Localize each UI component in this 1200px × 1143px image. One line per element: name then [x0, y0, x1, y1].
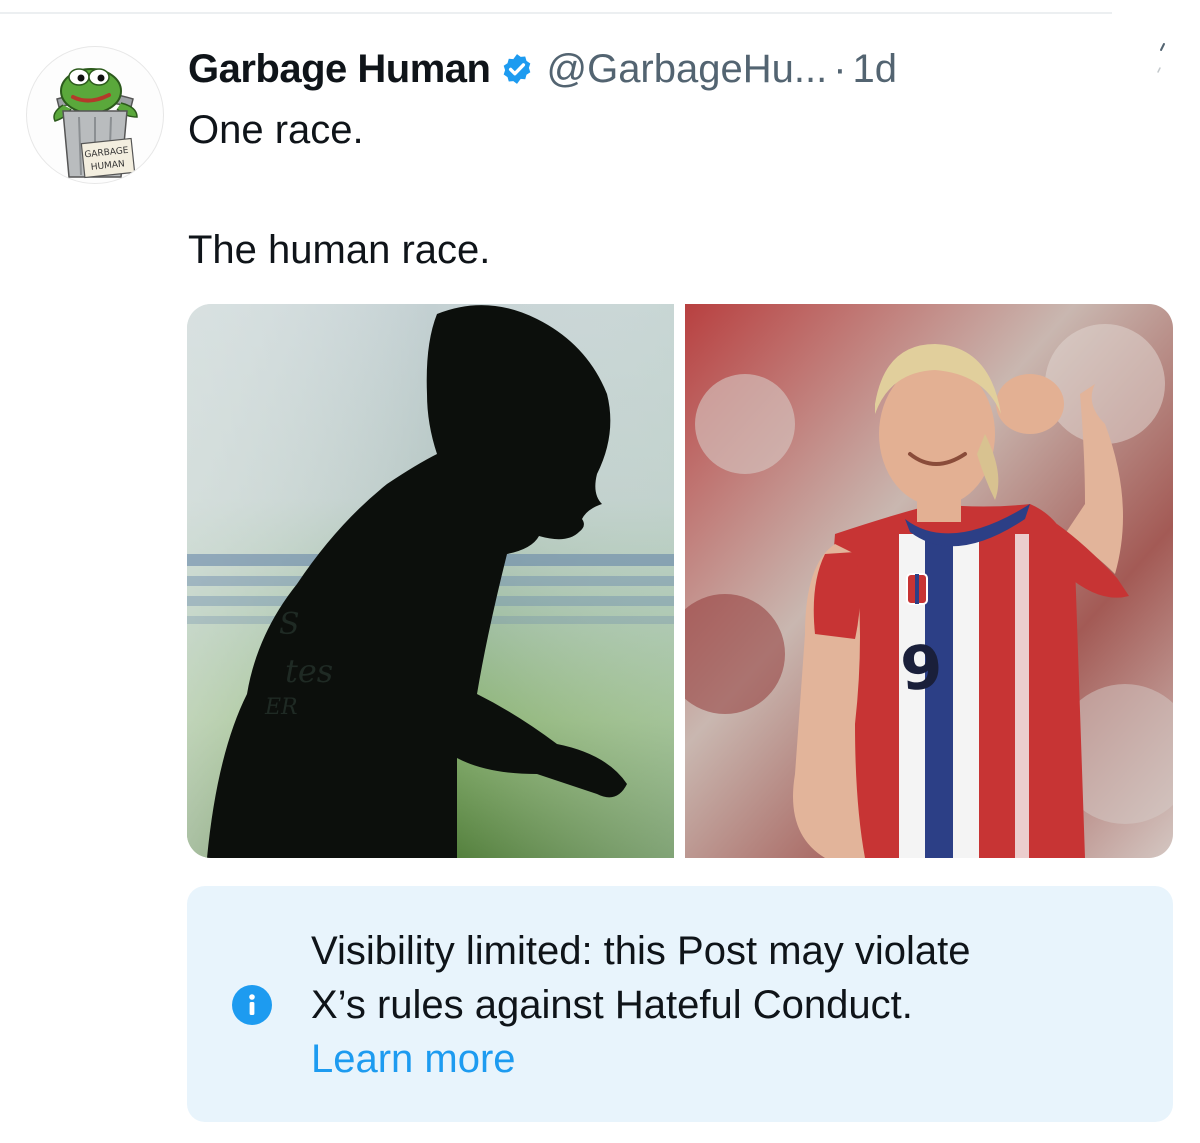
post-time[interactable]: 1d — [853, 47, 898, 92]
visibility-notice: Visibility limited: this Post may violat… — [187, 886, 1173, 1122]
avatar-image: GARBAGE HUMAN — [53, 68, 138, 179]
jersey-partial-text-3: ER — [264, 695, 298, 720]
info-icon — [232, 985, 272, 1025]
jersey-number: 9 — [898, 632, 945, 705]
avatar[interactable]: GARBAGE HUMAN — [26, 46, 164, 184]
post-header: Garbage Human @GarbageHu... · 1d — [188, 38, 897, 100]
jersey-partial-text-2: tes — [285, 652, 333, 690]
notice-text: Visibility limited: this Post may violat… — [311, 924, 971, 1032]
jersey-partial-text-1: S — [279, 607, 300, 642]
learn-more-link[interactable]: Learn more — [311, 1032, 516, 1086]
top-divider — [0, 12, 1112, 14]
post-media[interactable]: S tes ER 9 — [187, 304, 1173, 858]
author-name[interactable]: Garbage Human — [188, 47, 491, 92]
post-text-line-2: The human race. — [188, 228, 491, 272]
photo-player-celebrating[interactable]: 9 — [685, 304, 1173, 858]
photo-silhouette[interactable]: S tes ER — [187, 304, 674, 858]
notice-line-2: X’s rules against Hateful Conduct. — [311, 983, 913, 1027]
verified-badge-icon — [504, 54, 531, 84]
separator-dot: · — [833, 46, 847, 91]
post-text-line-1: One race. — [188, 108, 364, 152]
notice-line-1: Visibility limited: this Post may violat… — [311, 929, 971, 973]
more-options-icon[interactable] — [1150, 40, 1172, 80]
author-handle[interactable]: @GarbageHu... — [546, 47, 827, 92]
